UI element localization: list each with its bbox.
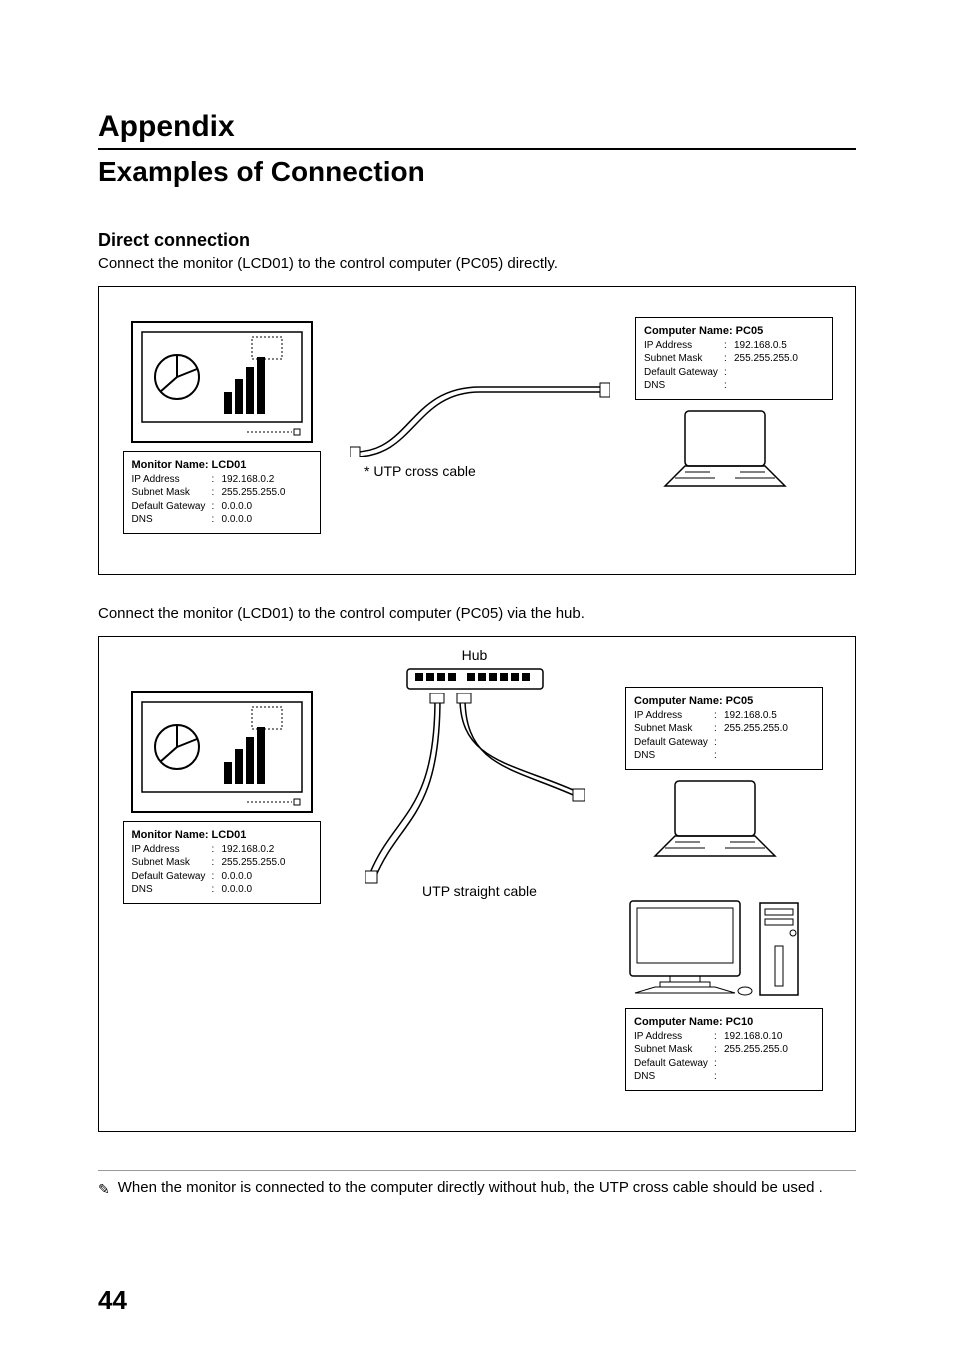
laptop-icon bbox=[645, 776, 785, 866]
hub-icon bbox=[405, 663, 545, 693]
heading-examples: Examples of Connection bbox=[98, 156, 856, 188]
monitor-info: Monitor Name: LCD01 IP Address:192.168.0… bbox=[123, 821, 321, 904]
paragraph-direct: Connect the monitor (LCD01) to the contr… bbox=[98, 255, 856, 272]
laptop-icon bbox=[655, 406, 795, 496]
page-number: 44 bbox=[98, 1285, 127, 1316]
computer-title: Computer Name: PC05 bbox=[644, 324, 824, 339]
paragraph-hub: Connect the monitor (LCD01) to the contr… bbox=[98, 605, 856, 622]
computer-block: Computer Name: PC05 IP Address:192.168.0… bbox=[635, 317, 835, 496]
computers-block: Computer Name: PC05 IP Address:192.168.0… bbox=[625, 687, 835, 1091]
pencil-icon: ✎ bbox=[98, 1179, 110, 1198]
computer-info: Computer Name: PC05 IP Address:192.168.0… bbox=[625, 687, 823, 770]
monitor-icon bbox=[122, 687, 322, 817]
monitor-icon bbox=[122, 317, 322, 447]
figure-row: Monitor Name: LCD01 IP Address:192.168.0… bbox=[119, 647, 835, 1091]
footnote-rule bbox=[98, 1170, 856, 1171]
cable-label: * UTP cross cable bbox=[364, 463, 476, 479]
computer-a: Computer Name: PC05 IP Address:192.168.0… bbox=[625, 687, 823, 869]
heading-direct: Direct connection bbox=[98, 230, 856, 251]
monitor-title: Monitor Name: LCD01 bbox=[132, 458, 312, 473]
heading-rule: Appendix bbox=[98, 110, 856, 150]
footnote-text: When the monitor is connected to the com… bbox=[118, 1179, 823, 1198]
footnote: ✎ When the monitor is connected to the c… bbox=[98, 1179, 856, 1198]
computer-info: Computer Name: PC10 IP Address:192.168.0… bbox=[625, 1008, 823, 1091]
computer-b: Computer Name: PC10 IP Address:192.168.0… bbox=[625, 891, 823, 1091]
figure-direct: Monitor Name: LCD01 IP Address:192.168.0… bbox=[98, 286, 856, 575]
page-root: Appendix Examples of Connection Direct c… bbox=[0, 0, 954, 1352]
figure-hub: Monitor Name: LCD01 IP Address:192.168.0… bbox=[98, 636, 856, 1132]
hub-label: Hub bbox=[462, 647, 488, 663]
heading-appendix: Appendix bbox=[98, 110, 856, 144]
computer-info: Computer Name: PC05 IP Address:192.168.0… bbox=[635, 317, 833, 400]
cable-branch-icon bbox=[365, 693, 585, 893]
monitor-info: Monitor Name: LCD01 IP Address:192.168.0… bbox=[123, 451, 321, 534]
monitor-title: Monitor Name: LCD01 bbox=[132, 828, 312, 843]
cable-label: UTP straight cable bbox=[422, 883, 537, 899]
cable-block: * UTP cross cable bbox=[334, 317, 625, 479]
figure-row: Monitor Name: LCD01 IP Address:192.168.0… bbox=[119, 317, 835, 534]
desktop-icon bbox=[625, 891, 805, 1001]
hub-block: Hub bbox=[334, 647, 615, 899]
cable-icon bbox=[350, 317, 610, 457]
monitor-block: Monitor Name: LCD01 IP Address:192.168.0… bbox=[119, 687, 324, 904]
monitor-block: Monitor Name: LCD01 IP Address:192.168.0… bbox=[119, 317, 324, 534]
